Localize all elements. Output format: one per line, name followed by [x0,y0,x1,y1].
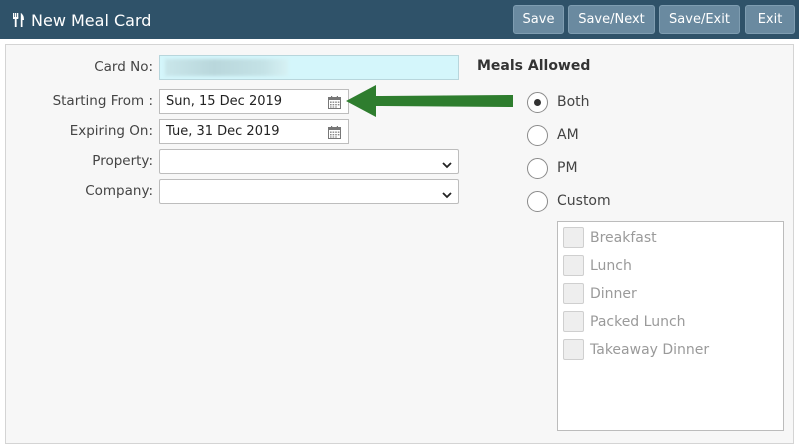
checkbox-takeaway-dinner[interactable] [563,339,584,360]
checkbox-lunch[interactable] [563,255,584,276]
calendar-icon[interactable] [328,126,341,143]
checkbox-packed-lunch-label: Packed Lunch [590,314,686,330]
company-select[interactable] [159,179,459,204]
radio-am-label: AM [557,127,579,143]
chevron-down-icon [442,158,452,173]
chevron-down-icon [442,188,452,203]
radio-selected-dot [534,99,541,106]
expiring-on-field[interactable]: Tue, 31 Dec 2019 [159,119,349,144]
radio-both[interactable] [527,92,548,113]
property-select[interactable] [159,149,459,174]
checkbox-lunch-label: Lunch [590,258,632,274]
meals-allowed-title: Meals Allowed [477,58,591,74]
property-label: Property: [92,153,153,169]
utensils-icon [12,13,26,27]
checkbox-breakfast[interactable] [563,227,584,248]
checkbox-breakfast-label: Breakfast [590,230,657,246]
checkbox-takeaway-dinner-label: Takeaway Dinner [590,342,710,358]
checkbox-packed-lunch[interactable] [563,311,584,332]
calendar-icon[interactable] [328,96,341,113]
card-no-redacted [165,59,288,76]
save-button[interactable]: Save [513,5,564,34]
expiring-on-value: Tue, 31 Dec 2019 [166,124,280,139]
window-title: New Meal Card [12,9,151,31]
window-title-text: New Meal Card [31,10,152,30]
card-no-label: Card No: [94,59,153,75]
starting-from-value: Sun, 15 Dec 2019 [166,94,283,109]
starting-from-label: Starting From : [52,93,153,109]
checkbox-dinner-label: Dinner [590,286,637,302]
exit-button[interactable]: Exit [745,5,795,34]
annotation-arrow-icon [346,85,513,117]
title-bar: New Meal Card Save Save/Next Save/Exit E… [0,0,799,39]
save-next-button[interactable]: Save/Next [568,5,655,34]
radio-pm-label: PM [557,160,578,176]
radio-custom-label: Custom [557,193,611,209]
radio-am[interactable] [527,125,548,146]
radio-custom[interactable] [527,191,548,212]
checkbox-dinner[interactable] [563,283,584,304]
radio-both-label: Both [557,94,590,110]
expiring-on-label: Expiring On: [69,123,153,139]
save-exit-button[interactable]: Save/Exit [659,5,740,34]
radio-pm[interactable] [527,158,548,179]
company-label: Company: [85,183,153,199]
starting-from-field[interactable]: Sun, 15 Dec 2019 [159,89,349,114]
